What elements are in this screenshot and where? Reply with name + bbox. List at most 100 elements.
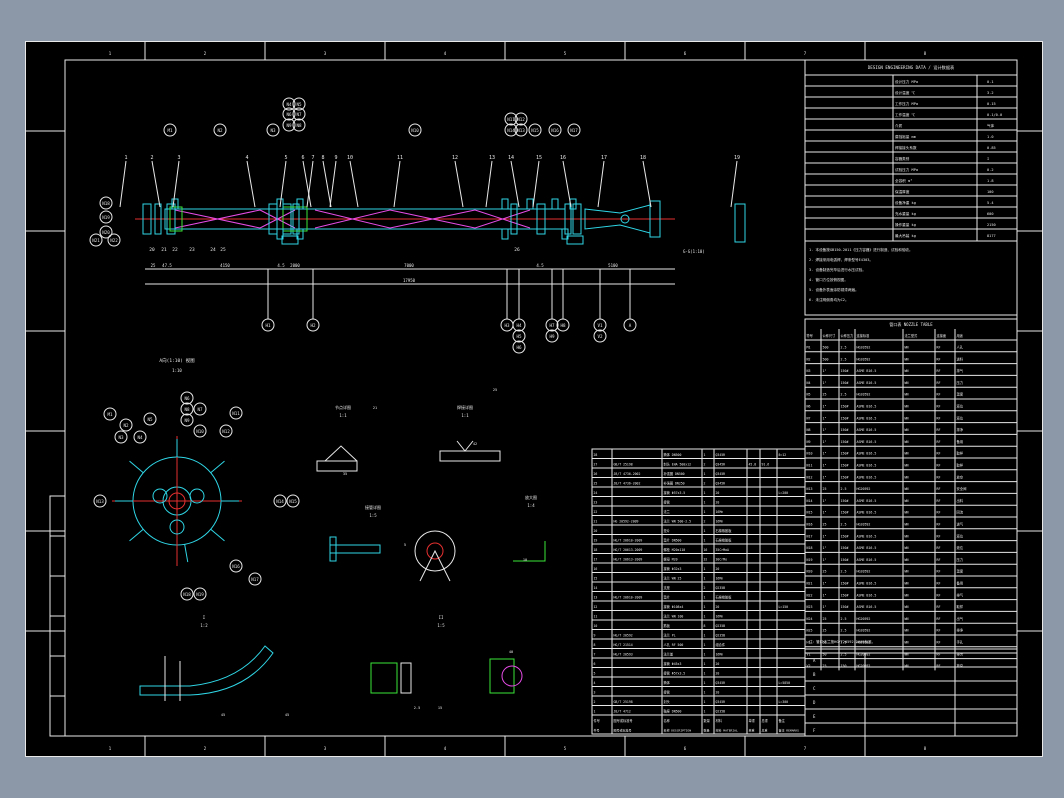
nozzle-table-cell: N22 — [807, 593, 813, 597]
nozzle-table-cell: WN — [905, 546, 909, 550]
detail-5-curve — [139, 645, 274, 696]
nozzle-table-cell: ASME B16.5 — [857, 534, 877, 538]
nozzle-table-cell: 排气 — [957, 368, 964, 373]
parts-list-cell: HG/T 20610-2009 — [614, 539, 643, 543]
nozzle-tag-top: N8 — [296, 123, 302, 128]
nozzle-table-note: 注：管口法兰按HG/T20592-2009标准。 — [809, 639, 875, 644]
section-nozzle — [210, 460, 225, 474]
nozzle-table-cell: RF — [937, 393, 941, 397]
design-data-value: 0.15 — [987, 102, 996, 106]
nozzle-table-cell: 出气 — [957, 616, 964, 621]
nozzle-table-cell: 液位 — [957, 404, 964, 409]
parts-list-cell: Q345R — [716, 463, 726, 467]
parts-list-footer: 备注 REMARKS — [779, 728, 800, 733]
nozzle-tag-top: N9 — [286, 123, 292, 128]
nozzle-table-cell: WN — [905, 523, 909, 527]
nozzle-tag-bottom: H4 — [516, 323, 522, 328]
nozzle-tag-top: M1 — [167, 128, 173, 133]
nozzle-table-cell: 150# — [841, 475, 849, 479]
parts-list-cell: GB/T 25198 — [614, 700, 633, 704]
part-number: 15 — [536, 155, 542, 161]
parts-list-cell: 12 — [594, 605, 598, 609]
nozzle-table-cell: 2.5 — [841, 393, 847, 397]
parts-list-cell: HG/T 20593 — [614, 653, 633, 657]
section-nozzle-tag: N2 — [123, 423, 129, 428]
parts-list-footer: 数量 — [704, 728, 710, 733]
parts-list-header: 件号 — [594, 718, 600, 723]
parts-list-cell: 20 — [594, 529, 598, 533]
parts-list-cell: 16 — [594, 567, 598, 571]
nozzle-tag-bottom: H9 — [549, 334, 555, 339]
nozzle-table-cell: N17 — [807, 534, 813, 538]
nozzle-table-cell: 150# — [841, 534, 849, 538]
nozzle-table-cell: WN — [905, 440, 909, 444]
part-number: 7 — [311, 155, 314, 161]
design-data-value: 0.1/0.0 — [987, 113, 1002, 117]
parts-list-footer: 单重 — [749, 728, 755, 733]
nozzle-tag-top: N5 — [296, 102, 302, 107]
parts-list-cell: δ=12 — [779, 453, 787, 457]
detail-6-block — [370, 662, 398, 694]
parts-list-header: 图号或标准号 — [614, 718, 633, 723]
design-data-label: 设备净重 kg — [895, 200, 916, 205]
nozzle-table-cell: WN — [905, 416, 909, 420]
parts-list-cell: 17 — [594, 558, 598, 562]
nozzle-table-cell: WN — [905, 393, 909, 397]
parts-list-cell: 鞍座 DN500 — [664, 709, 682, 714]
nozzle-table-cell: N3 — [807, 369, 811, 373]
nozzle-table-cell: RF — [937, 593, 941, 597]
parts-list-cell: 19 — [594, 539, 598, 543]
section-nozzle-tag: N9 — [184, 418, 190, 423]
part-number-lower: 24 — [210, 247, 216, 253]
parts-list-cell: 16Mn — [716, 653, 724, 657]
parts-list-cell: 1 — [704, 710, 706, 714]
zone-number-top: 2 — [204, 51, 207, 56]
nozzle-table-cell: WN — [905, 534, 909, 538]
technical-note: 2. 焊接采用电弧焊，焊条型号E4303。 — [809, 257, 873, 262]
parts-list-cell: 1 — [704, 577, 706, 581]
parts-list-cell: 法兰 — [664, 509, 670, 514]
nozzle-table-cell: 2.5 — [841, 487, 847, 491]
parts-list-cell: 16Mn — [716, 577, 724, 581]
part-number: 14 — [508, 155, 514, 161]
nozzle-tag-top: N17 — [570, 128, 578, 133]
nozzle-table-cell: RF — [937, 381, 941, 385]
nozzle-table-cell: RF — [937, 452, 941, 456]
nozzle-table-cell: N24 — [807, 617, 813, 621]
parts-list-header: 材料 — [716, 718, 723, 723]
nozzle-table-cell: 150# — [841, 593, 849, 597]
parts-list-cell: Q345R — [716, 472, 726, 476]
part-number: 16 — [560, 155, 566, 161]
nozzle-table-cell: N12 — [807, 475, 813, 479]
nozzle-table-cell: 安全阀 — [957, 486, 967, 491]
parts-list-cell: 3 — [594, 691, 596, 695]
parts-list-cell: HG/T 20613-2009 — [614, 558, 643, 562]
nozzle-tag-top: N12 — [517, 117, 525, 122]
parts-list-cell: 23 — [594, 501, 598, 505]
nozzle-table-cell: WN — [905, 452, 909, 456]
nozzle-tag-top: N15 — [531, 128, 539, 133]
parts-list-cell: 91.6 — [762, 463, 770, 467]
nozzle-table-cell: ASME B16.5 — [857, 428, 877, 432]
zone-number-top: 5 — [564, 51, 567, 56]
parts-list-cell: 法兰 PL — [664, 633, 676, 638]
parts-list-cell: 支座 — [664, 585, 671, 590]
nozzle-table-cell: N6 — [807, 405, 811, 409]
nozzle-table-cell: 2.5 — [841, 523, 847, 527]
nozzle-table-cell: N19 — [807, 558, 813, 562]
zone-number-bottom: 3 — [324, 746, 327, 751]
zone-number-top: 4 — [444, 51, 447, 56]
design-data-label: 最大吊装 kg — [895, 233, 916, 238]
nozzle-table-cell: ASME B16.5 — [857, 452, 877, 456]
parts-list-cell: 20 — [716, 501, 720, 505]
nozzle-table-cell: 1" — [823, 428, 827, 432]
parts-list-cell: 20 — [716, 567, 720, 571]
detail-dimension: 45 — [285, 713, 289, 717]
part-number: 13 — [489, 155, 495, 161]
nozzle-tag-top: N11 — [507, 117, 515, 122]
nozzle-table-cell: N23 — [807, 605, 813, 609]
nozzle-table-cell: 液位 — [957, 533, 964, 538]
nozzle-table-cell: RF — [937, 499, 941, 503]
part-leader — [510, 160, 520, 208]
title-block-id: E — [813, 714, 816, 719]
